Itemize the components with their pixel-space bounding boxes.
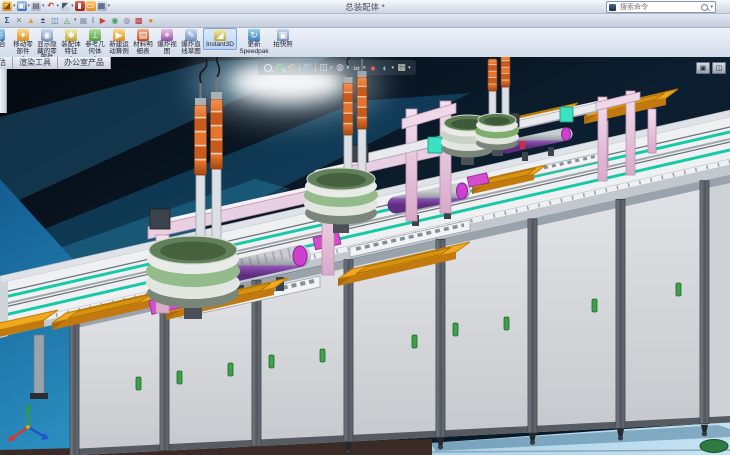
heads-up-view-toolbar: ↶ ◧ ◫▾ ◍▾ ∞▾ ● ◐▾ ▦▾	[258, 60, 416, 75]
ribbon-label: 移动零部件	[12, 42, 34, 55]
tools-caret[interactable]: ▾	[74, 17, 77, 23]
render-options-icon[interactable]: ◍	[122, 15, 132, 25]
window-panes-icon[interactable]: ◫	[712, 62, 726, 74]
search-app-icon	[609, 4, 616, 11]
ribbon-label: 爆炸视图	[156, 42, 178, 55]
ribbon-button-exploded-view[interactable]: ✶ 爆炸视图	[155, 28, 179, 55]
previous-view-icon[interactable]: ↶	[287, 62, 296, 73]
search-box[interactable]: ▾	[606, 1, 716, 13]
search-input[interactable]	[618, 3, 699, 12]
exploded-view-icon: ✶	[161, 29, 173, 41]
show-hidden-components-icon: ◉	[41, 29, 53, 41]
ribbon-label: 爆炸直线草图	[180, 42, 202, 55]
tab-render-tools[interactable]: 渲染工具	[13, 57, 58, 69]
hide-show-items-caret[interactable]: ▾	[363, 65, 366, 71]
render-icon[interactable]: ◉	[110, 15, 120, 25]
cyan-slider	[428, 137, 442, 153]
apply-scene-caret[interactable]: ▾	[392, 65, 395, 71]
new-motion-study-icon: ▶	[113, 29, 125, 41]
edit-appearance-icon[interactable]: ●	[369, 63, 378, 73]
equations-icon[interactable]: Σ	[2, 15, 12, 25]
bill-of-materials-icon: ▤	[137, 29, 149, 41]
tools-toolbar: Σ ✕ ▲ ± ◫ ◬ ▾ ▦ ‖ ▶ ◉ ◍ ▩ ●	[0, 14, 730, 28]
orientation-triad	[4, 401, 52, 449]
green-foot	[700, 440, 728, 453]
cabinet-door	[537, 203, 616, 431]
ribbon-button-take-snapshot[interactable]: ▣ 拍快照	[271, 28, 295, 49]
toolbar-separator: ‖	[92, 16, 95, 25]
take-snapshot-icon: ▣	[277, 29, 289, 41]
assembly-features-icon: ✱	[65, 29, 77, 41]
ribbon-button-mate[interactable]: ◎ 配合	[0, 28, 11, 49]
move-component-icon: ✦	[17, 29, 29, 41]
ribbon-button-explode-line-sketch[interactable]: ✎ 爆炸直线草图	[179, 28, 203, 55]
ribbon-button-update-speedpak[interactable]: ↻ 更新 Speedpak	[237, 28, 271, 55]
search-caret[interactable]: ▾	[710, 4, 713, 10]
ribbon-label: 材料明细表	[132, 42, 154, 55]
document-window-buttons: ▣ ◫	[696, 62, 726, 74]
curvature-icon[interactable]: ▦	[79, 15, 89, 25]
ribbon-label: 更新 Speedpak	[238, 42, 270, 55]
hud-separator	[299, 63, 300, 72]
cabinet-door	[625, 185, 700, 426]
featuremanager-collapsed-strip[interactable]	[0, 69, 7, 113]
measure-icon[interactable]: ✕	[14, 15, 24, 25]
update-speedpak-icon: ↻	[248, 29, 260, 41]
ribbon-label: 装配体特征	[60, 42, 82, 55]
ribbon-label: 新建运动算例	[108, 42, 130, 55]
section-properties-icon[interactable]: ◫	[50, 15, 60, 25]
display-style-caret[interactable]: ▾	[347, 65, 350, 71]
graphics-viewport[interactable]: 评估 渲染工具 办公室产品 ◂ ↶ ◧ ◫▾ ◍▾ ∞▾ ● ◐▾ ▦▾ ▣ ◫	[0, 57, 730, 455]
dimension-icon[interactable]: ±	[38, 15, 48, 25]
ribbon-button-new-motion-study[interactable]: ▶ 新建运动算例	[107, 28, 131, 55]
tab-evaluate[interactable]: 评估	[0, 57, 13, 69]
zoom-area-icon[interactable]	[275, 64, 284, 72]
ribbon-button-bill-of-materials[interactable]: ▤ 材料明细表	[131, 28, 155, 55]
hide-show-items-icon[interactable]: ∞	[352, 63, 361, 73]
red-gripper	[520, 141, 525, 149]
reference-geometry-icon: ⊥	[89, 29, 101, 41]
panel-collapse-arrow-icon[interactable]: ◂	[0, 115, 3, 122]
cyan-slider	[560, 107, 573, 122]
appearance-tree-icon[interactable]: ◬	[62, 15, 72, 25]
y-axis-arrow	[25, 403, 31, 410]
command-manager-tabs: 评估 渲染工具 办公室产品	[0, 57, 111, 69]
cabinet-door	[79, 305, 160, 453]
ribbon-label: 配合	[0, 42, 6, 49]
3d-model-view[interactable]	[0, 57, 730, 455]
title-bar: ◪▾ ▣▾ ▤▾ ↶▾ ◤▾ ▮ ▭ ▦▾ 总装配体 * ▾	[0, 0, 730, 14]
ribbon-label: 参考几何体	[84, 42, 106, 55]
view-settings-icon[interactable]: ▦	[397, 62, 406, 73]
tab-office-products[interactable]: 办公室产品	[58, 57, 111, 69]
search-icon[interactable]	[701, 4, 708, 11]
ribbon-label: Instant3D	[206, 42, 234, 49]
window-restore-icon[interactable]: ▣	[696, 62, 710, 74]
scene-icon[interactable]: ▩	[134, 15, 144, 25]
interference-detection-icon[interactable]: ▲	[26, 15, 36, 25]
view-orientation-icon[interactable]: ◫	[319, 62, 328, 73]
appearance-ball-icon[interactable]: ●	[146, 15, 156, 25]
instant3d-icon: ◢	[214, 29, 226, 41]
ribbon-button-instant3d[interactable]: ◢ Instant3D	[203, 28, 237, 50]
command-manager-ribbon: ◎ 配合 ✦ 移动零部件 ▾ ◉ 显示隐藏的零部件 ▾ ✱ 装配体特征 ▾ ⊥ …	[0, 28, 730, 58]
view-orientation-caret[interactable]: ▾	[330, 65, 333, 71]
mate-icon: ◎	[0, 29, 5, 41]
zoom-fit-icon[interactable]	[263, 64, 272, 72]
hud-separator	[315, 63, 316, 72]
ribbon-label: 拍快照	[273, 42, 293, 49]
explode-line-sketch-icon: ✎	[185, 29, 197, 41]
display-style-icon[interactable]: ◍	[336, 62, 345, 73]
photoview-preview-icon[interactable]: ▶	[98, 15, 108, 25]
deck-leg	[34, 335, 44, 395]
apply-scene-icon[interactable]: ◐	[381, 63, 390, 73]
view-settings-caret[interactable]: ▾	[408, 65, 411, 71]
section-view-icon[interactable]: ◧	[303, 62, 312, 73]
